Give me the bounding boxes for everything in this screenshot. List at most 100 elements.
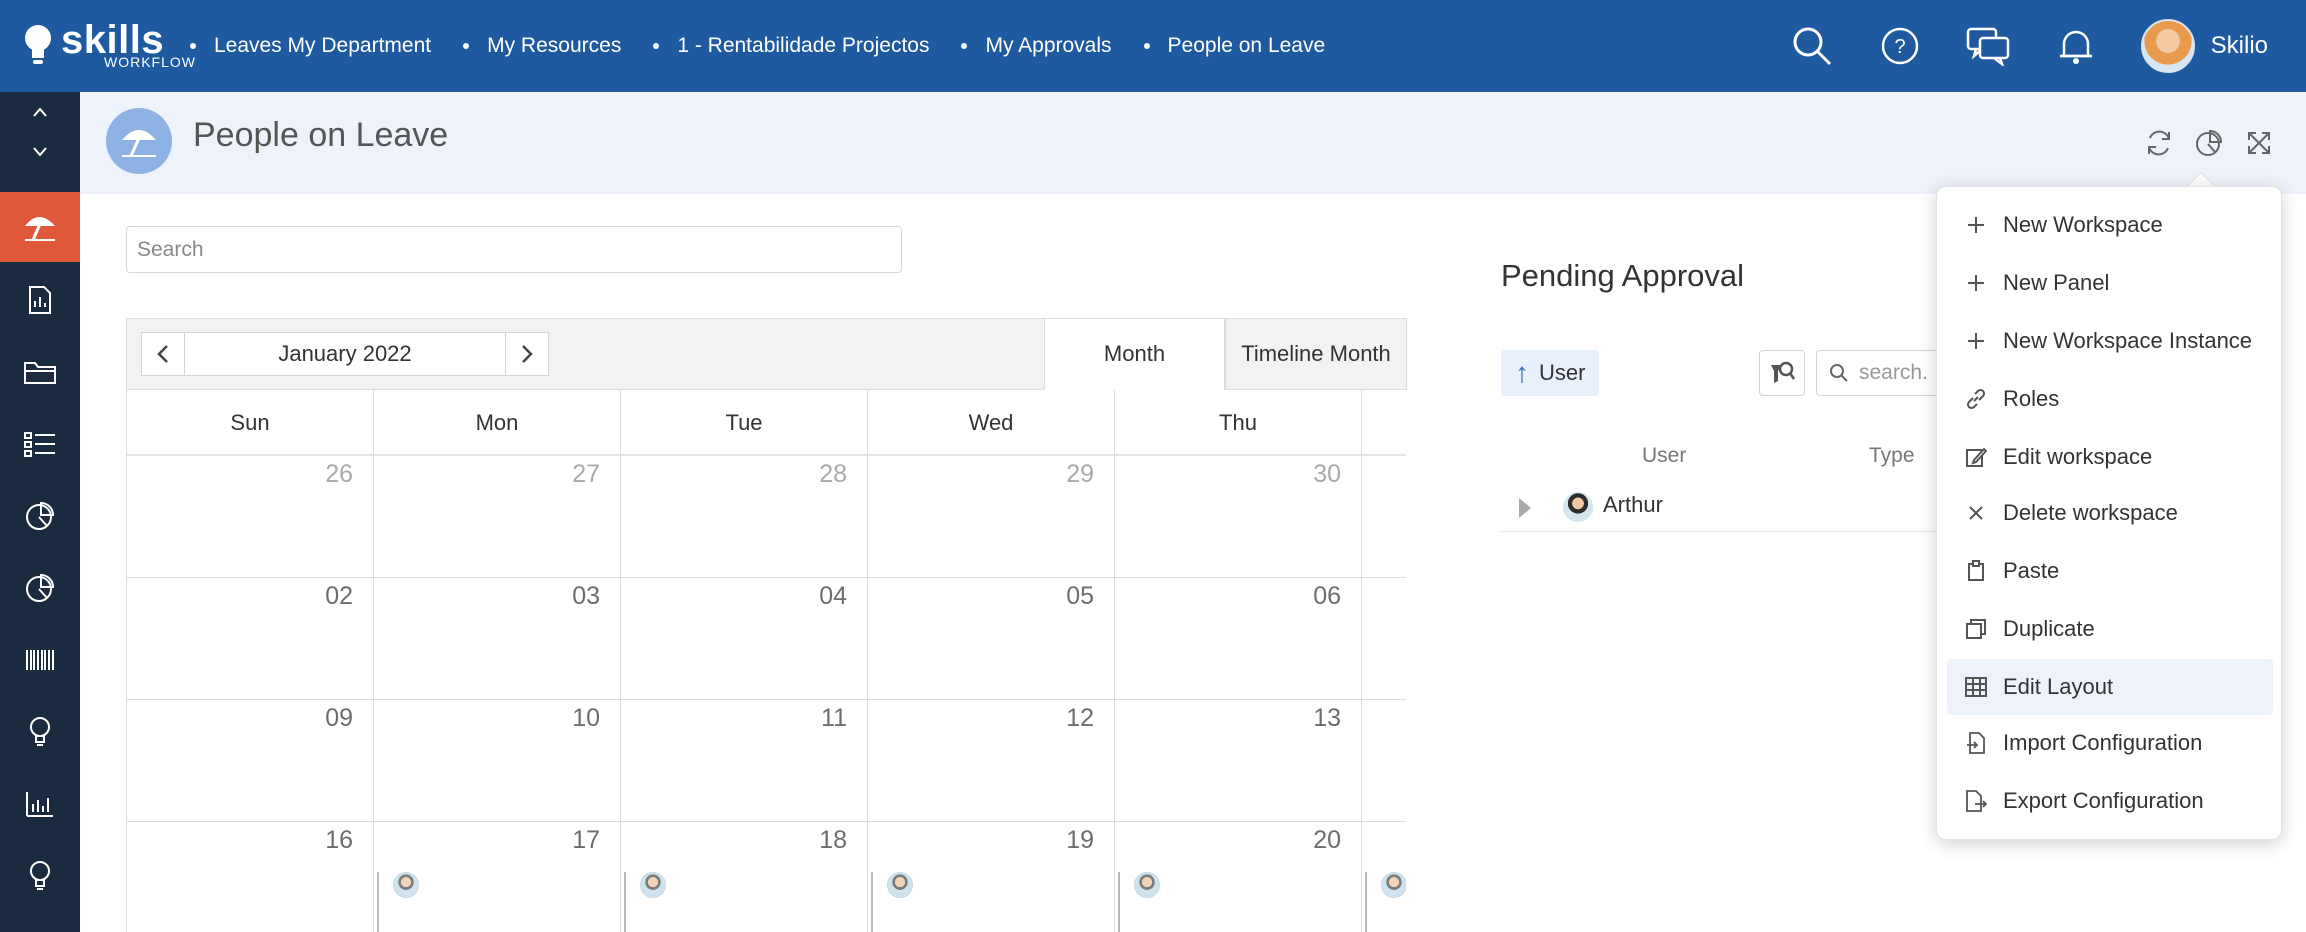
tab-my-resources[interactable]: My Resources [463, 34, 621, 58]
calendar-week: 02 03 04 05 06 [127, 578, 1406, 700]
calendar-week: 16 17 18 19 20 [127, 822, 1406, 932]
left-sidebar [0, 92, 80, 932]
calendar-day[interactable]: 26 [127, 456, 374, 578]
menu-item-new-workspace[interactable]: New Workspace [1947, 197, 2273, 253]
app-logo[interactable]: skills WORKFLOW [20, 18, 195, 74]
folder-icon[interactable] [0, 342, 80, 402]
report-icon[interactable] [0, 270, 80, 330]
column-header-user[interactable]: User [1642, 444, 1686, 468]
leave-event[interactable] [624, 872, 666, 932]
leave-event[interactable] [377, 872, 419, 932]
expand-icon[interactable] [2242, 126, 2276, 160]
calendar-day[interactable]: 19 [868, 822, 1115, 932]
leave-event[interactable] [871, 872, 913, 932]
menu-item-delete-workspace[interactable]: Delete workspace [1947, 485, 2273, 541]
pie-chart-icon[interactable] [2192, 126, 2226, 160]
menu-item-paste[interactable]: Paste [1947, 543, 2273, 599]
refresh-icon[interactable] [2142, 126, 2176, 160]
menu-item-edit-layout[interactable]: Edit Layout [1947, 659, 2273, 715]
weekday-tue: Tue [621, 390, 868, 456]
sort-by-user-chip[interactable]: ↑ User [1501, 350, 1599, 396]
day-number: 04 [819, 582, 847, 610]
calendar-day[interactable]: 30 [1115, 456, 1362, 578]
menu-item-roles[interactable]: Roles [1947, 371, 2273, 427]
menu-item-label: New Panel [2003, 270, 2110, 295]
menu-item-import-configuration[interactable]: Import Configuration [1947, 715, 2273, 771]
tab-leaves-my-department[interactable]: Leaves My Department [190, 34, 431, 58]
calendar-day[interactable]: 20 [1115, 822, 1362, 932]
menu-item-edit-workspace[interactable]: Edit workspace [1947, 429, 2273, 485]
prev-month-button[interactable] [142, 333, 184, 375]
user-avatar[interactable] [2140, 19, 2195, 73]
tab-people-on-leave[interactable]: People on Leave [1143, 34, 1325, 58]
pie-chart-icon[interactable] [0, 558, 80, 618]
filter-button[interactable] [1759, 350, 1805, 396]
column-header-type[interactable]: Type [1869, 444, 1915, 468]
pie-chart-icon[interactable] [0, 486, 80, 546]
view-timeline-month-button[interactable]: Timeline Month [1225, 318, 1407, 390]
weekday-fri-partial [1362, 390, 1406, 456]
calendar-day[interactable]: 13 [1115, 700, 1362, 822]
menu-item-new-panel[interactable]: New Panel [1947, 255, 2273, 311]
calendar-day[interactable]: 02 [127, 578, 374, 700]
tab-my-approvals[interactable]: My Approvals [961, 34, 1112, 58]
menu-item-label: New Workspace Instance [2003, 328, 2253, 353]
bell-icon[interactable] [2053, 23, 2099, 69]
calendar-day-partial[interactable] [1362, 822, 1406, 932]
user-name[interactable]: Skilio [2211, 32, 2268, 60]
calendar-day[interactable]: 29 [868, 456, 1115, 578]
calendar-day[interactable]: 04 [621, 578, 868, 700]
scroll-up-icon[interactable] [0, 92, 80, 132]
calendar-day[interactable]: 12 [868, 700, 1115, 822]
menu-item-duplicate[interactable]: Duplicate [1947, 601, 2273, 657]
month-label[interactable]: January 2022 [184, 333, 506, 375]
link-icon [1963, 386, 1989, 412]
bar-chart-icon[interactable] [0, 774, 80, 834]
menu-item-new-workspace-instance[interactable]: New Workspace Instance [1947, 313, 2273, 369]
tab-label: My Resources [487, 34, 622, 57]
calendar-day[interactable]: 06 [1115, 578, 1362, 700]
calendar-day[interactable]: 11 [621, 700, 868, 822]
page-header: People on Leave [80, 92, 2306, 194]
avatar [393, 872, 419, 898]
plus-icon [1963, 270, 1989, 296]
calendar-day[interactable]: 03 [374, 578, 621, 700]
calendar-day[interactable]: 10 [374, 700, 621, 822]
calendar-day[interactable]: 18 [621, 822, 868, 932]
pending-search-input[interactable] [1859, 361, 1929, 385]
list-icon[interactable] [0, 414, 80, 474]
menu-item-label: Roles [2003, 386, 2060, 411]
calendar-day[interactable]: 05 [868, 578, 1115, 700]
leave-event[interactable] [1118, 872, 1160, 932]
view-month-button[interactable]: Month [1044, 318, 1225, 390]
leave-event[interactable] [1365, 872, 1406, 932]
calendar-day[interactable]: 27 [374, 456, 621, 578]
help-icon[interactable]: ? [1877, 23, 1923, 69]
next-month-button[interactable] [506, 333, 548, 375]
lightbulb-icon[interactable] [0, 846, 80, 906]
calendar-day[interactable]: 28 [621, 456, 868, 578]
clipboard-icon [1963, 558, 1989, 584]
chat-icon[interactable] [1965, 23, 2011, 69]
calendar-day[interactable]: 16 [127, 822, 374, 932]
nav-tabs: Leaves My Department My Resources 1 - Re… [190, 0, 1357, 92]
bullet-icon [190, 43, 196, 49]
day-number: 19 [1066, 826, 1094, 854]
calendar-day[interactable]: 09 [127, 700, 374, 822]
day-number: 06 [1313, 582, 1341, 610]
pending-search-field[interactable] [1816, 350, 1936, 396]
tab-rentabilidade-projectos[interactable]: 1 - Rentabilidade Projectos [653, 34, 929, 58]
menu-item-export-configuration[interactable]: Export Configuration [1947, 773, 2273, 829]
expand-row-icon[interactable] [1519, 498, 1531, 518]
search-icon[interactable] [1789, 23, 1835, 69]
weekday-mon: Mon [374, 390, 621, 456]
search-input[interactable] [126, 226, 902, 273]
lightbulb-icon[interactable] [0, 702, 80, 762]
calendar-day[interactable]: 17 [374, 822, 621, 932]
beach-umbrella-icon[interactable] [0, 192, 80, 262]
scroll-down-icon[interactable] [0, 132, 80, 172]
day-number: 10 [572, 704, 600, 732]
day-number: 13 [1313, 704, 1341, 732]
table-row[interactable]: Arthur [1501, 482, 1936, 532]
barcode-icon[interactable] [0, 630, 80, 690]
